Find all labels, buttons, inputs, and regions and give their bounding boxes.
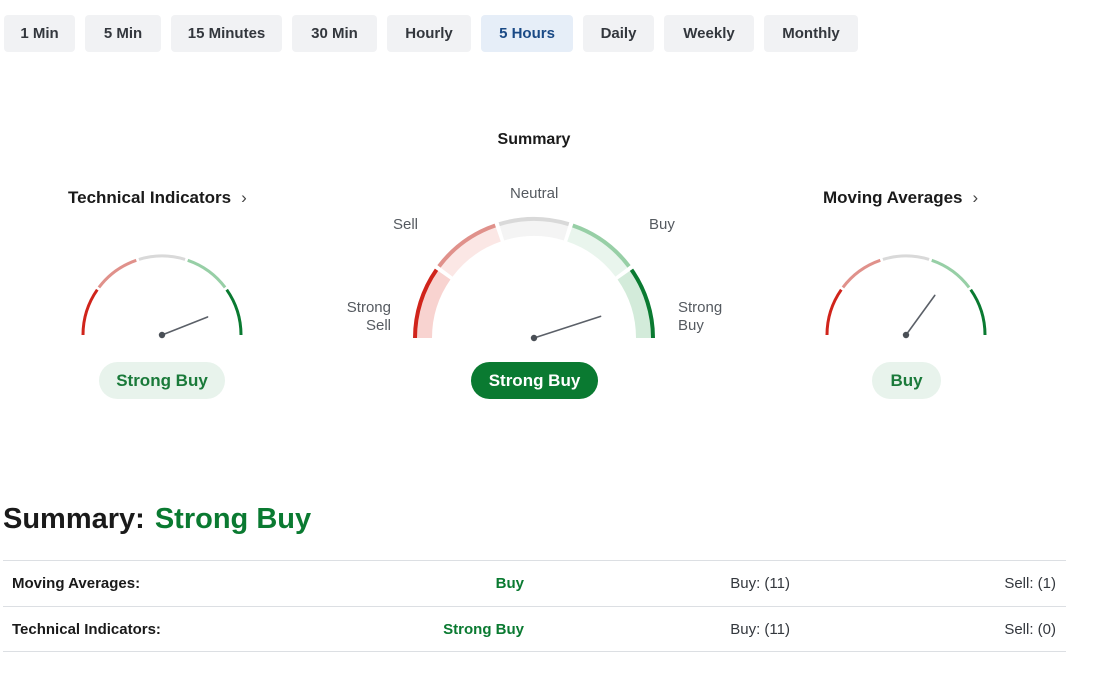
gauge-needle — [161, 316, 209, 336]
gauge-label-strong-buy-line2: Buy — [678, 317, 704, 334]
row-name: Moving Averages: — [12, 575, 141, 592]
gauge-band-buy — [567, 225, 630, 277]
gauge-label-neutral: Neutral — [510, 185, 559, 202]
summary-heading-verdict: Strong Buy — [154, 503, 312, 535]
gauge-label-strong-sell-line1: Strong — [346, 299, 391, 316]
gauge-segment-strong-sell — [81, 288, 99, 336]
gauge-needle-pivot — [902, 331, 910, 339]
gauge-needle — [533, 315, 602, 339]
gauge-segment-buy — [187, 258, 227, 289]
gauge-segment-strong-sell — [825, 288, 843, 336]
moving-averages-verdict: Buy — [872, 362, 941, 399]
summary-heading-label: Summary: — [3, 503, 145, 535]
row-sell-count: Sell: (0) — [1004, 621, 1056, 638]
gauge-label-sell: Sell — [393, 216, 419, 233]
row-buy-count: Buy: (11) — [730, 575, 790, 592]
moving-averages-gauge — [825, 254, 987, 339]
summary-heading: Summary: Strong Buy — [3, 503, 311, 536]
table-row: Moving Averages: Buy Buy: (11) Sell: (1) — [3, 560, 1066, 606]
row-buy-count: Buy: (11) — [730, 621, 790, 638]
technical-indicators-verdict: Strong Buy — [99, 362, 225, 399]
gauge-label-strong-sell: Strong Sell — [346, 299, 391, 335]
row-verdict: Strong Buy — [443, 621, 524, 638]
gauge-segment-strong-buy — [225, 288, 243, 336]
gauge-segment-buy — [931, 258, 971, 289]
gauge-segment-sell — [841, 258, 881, 289]
gauge-label-strong-sell-line2: Sell — [365, 317, 391, 334]
gauge-segment-neutral — [882, 254, 930, 261]
gauge-label-strong-buy-line1: Strong — [678, 299, 723, 316]
gauge-segment-sell — [97, 258, 137, 289]
gauge-needle-pivot — [158, 331, 166, 339]
gauge-label-strong-buy: Strong Buy — [678, 299, 722, 335]
row-name: Technical Indicators: — [12, 621, 161, 638]
gauge-label-buy: Buy — [649, 216, 675, 233]
gauge-segment-strong-buy — [969, 288, 987, 336]
summary-gauge — [413, 217, 655, 342]
summary-table: Moving Averages: Buy Buy: (11) Sell: (1)… — [3, 560, 1066, 652]
row-sell-count: Sell: (1) — [1004, 575, 1056, 592]
technical-indicators-gauge — [81, 254, 243, 339]
gauge-needle — [905, 294, 936, 336]
gauge-band-sell — [438, 225, 501, 277]
gauge-segment-neutral — [138, 254, 186, 261]
summary-verdict-pill: Strong Buy — [471, 362, 598, 399]
row-verdict: Buy — [495, 575, 524, 592]
gauge-needle-pivot — [530, 334, 538, 342]
table-row: Technical Indicators: Strong Buy Buy: (1… — [3, 606, 1066, 652]
